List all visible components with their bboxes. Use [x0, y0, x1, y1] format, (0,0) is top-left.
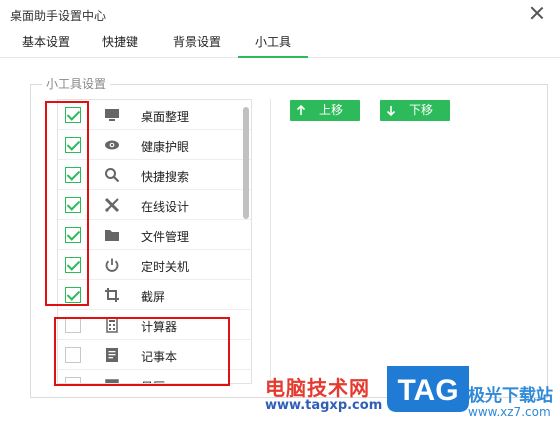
- list-item[interactable]: 计算器: [58, 310, 251, 340]
- list-item[interactable]: 记事本: [58, 340, 251, 370]
- eye-icon: [105, 140, 119, 150]
- move-up-button[interactable]: 上移: [290, 100, 360, 121]
- tab-background[interactable]: 背景设置: [171, 33, 223, 58]
- folder-icon: [105, 230, 119, 241]
- pane-divider: [270, 99, 271, 384]
- tab-widgets[interactable]: 小工具: [238, 33, 308, 58]
- watermark-url: www.tagxp.com: [265, 398, 383, 413]
- arrow-up-icon: [296, 104, 306, 115]
- search-icon: [105, 168, 120, 183]
- tab-bar: 基本设置 快捷键 背景设置 小工具: [0, 33, 560, 58]
- move-down-label: 下移: [409, 103, 434, 117]
- checkbox[interactable]: [65, 107, 81, 123]
- notepad-icon: [106, 348, 118, 362]
- monitor-icon: [105, 109, 119, 121]
- scrollbar-thumb[interactable]: [243, 107, 249, 219]
- checkbox[interactable]: [65, 137, 81, 153]
- widget-label: 在线设计: [141, 200, 190, 214]
- checkbox[interactable]: [65, 257, 81, 273]
- widget-list: 桌面整理 健康护眼 快捷搜索 在线设计 文件管理 定时关机 截屏 计算器 记事本: [57, 99, 252, 384]
- checkbox[interactable]: [65, 377, 81, 383]
- checkbox[interactable]: [65, 287, 81, 303]
- list-item[interactable]: 健康护眼: [58, 130, 251, 160]
- tab-basic-settings[interactable]: 基本设置: [20, 33, 72, 58]
- watermark-site: 极光下载站: [468, 386, 553, 406]
- group-legend: 小工具设置: [42, 75, 111, 92]
- arrow-down-icon: [386, 106, 396, 117]
- crop-icon: [105, 288, 119, 302]
- list-item[interactable]: 在线设计: [58, 190, 251, 220]
- list-item[interactable]: 桌面整理: [58, 100, 251, 130]
- svg-text:TAG: TAG: [397, 374, 458, 407]
- checkbox[interactable]: [65, 317, 81, 333]
- window-title: 桌面助手设置中心: [10, 9, 107, 23]
- widget-label: 定时关机: [141, 260, 190, 274]
- calculator-icon: [106, 317, 118, 333]
- checkbox[interactable]: [65, 227, 81, 243]
- watermark-site-url: www.xz7.com: [468, 405, 551, 419]
- widget-label: 快捷搜索: [141, 170, 190, 184]
- list-item[interactable]: 文件管理: [58, 220, 251, 250]
- widget-label: 计算器: [141, 320, 178, 334]
- widget-label: 记事本: [141, 350, 178, 364]
- calendar-icon: [105, 379, 119, 383]
- power-icon: [105, 258, 119, 272]
- widget-label: 文件管理: [141, 230, 190, 244]
- list-item[interactable]: 截屏: [58, 280, 251, 310]
- widget-label: 日历: [141, 378, 165, 383]
- list-item[interactable]: 日历: [58, 370, 251, 383]
- tag-logo: TAG: [387, 366, 469, 412]
- widget-label: 截屏: [141, 290, 166, 304]
- checkbox[interactable]: [65, 347, 81, 363]
- list-item[interactable]: 定时关机: [58, 250, 251, 280]
- move-down-button[interactable]: 下移: [380, 100, 450, 121]
- widget-label: 健康护眼: [141, 140, 190, 154]
- watermark-brand: 电脑技术网: [265, 376, 370, 400]
- checkbox[interactable]: [65, 197, 81, 213]
- list-item[interactable]: 快捷搜索: [58, 160, 251, 190]
- checkbox[interactable]: [65, 167, 81, 183]
- tab-shortcuts[interactable]: 快捷键: [100, 33, 140, 58]
- widget-label: 桌面整理: [141, 110, 190, 124]
- move-up-label: 上移: [319, 103, 344, 117]
- close-icon[interactable]: [528, 4, 546, 22]
- design-tools-icon: [104, 197, 120, 213]
